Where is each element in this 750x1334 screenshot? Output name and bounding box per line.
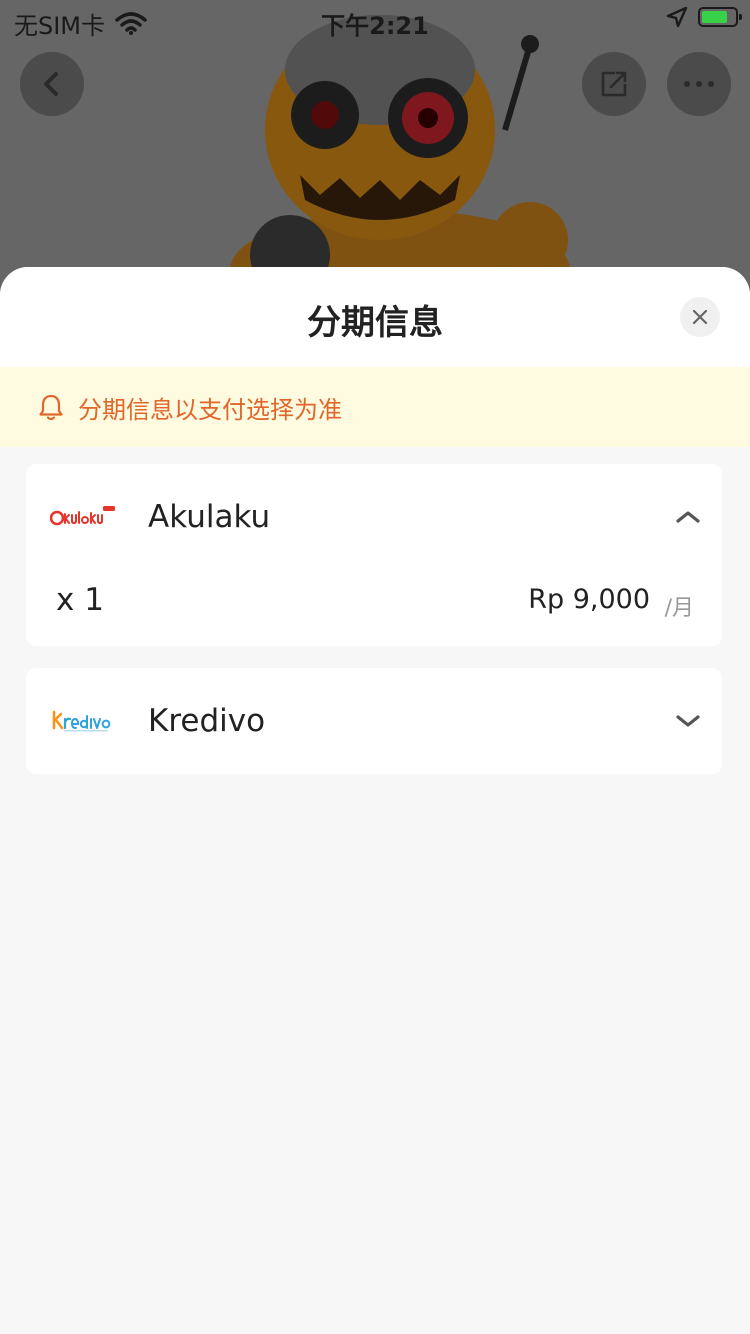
overlay-dim	[0, 0, 750, 300]
installment-sheet: 分期信息 分期信息以支付选择为准 Akulaku x 1 Rp 9,000 /月…	[0, 267, 750, 1334]
chevron-up-icon	[676, 511, 700, 523]
sheet-title: 分期信息	[307, 303, 443, 343]
provider-header-kredivo[interactable]: Kredivo	[26, 668, 722, 774]
chevron-down-icon	[676, 715, 700, 727]
notice-banner: 分期信息以支付选择为准	[0, 367, 750, 447]
installment-plan-row[interactable]: x 1 Rp 9,000 /月	[26, 580, 722, 630]
chevron-left-icon	[44, 72, 58, 96]
provider-name-kredivo: Kredivo	[148, 703, 266, 739]
back-button[interactable]	[20, 52, 84, 116]
notice-text: 分期信息以支付选择为准	[78, 395, 342, 424]
plan-amount: Rp 9,000	[528, 584, 650, 615]
bell-icon	[39, 394, 63, 421]
plan-unit: /月	[664, 596, 694, 621]
share-icon	[601, 71, 627, 97]
product-page-background: 无SIM卡 下午2:21	[0, 0, 750, 300]
more-dots-icon	[684, 81, 714, 87]
close-button[interactable]	[680, 297, 720, 337]
plan-term: x 1	[56, 582, 104, 618]
akulaku-logo-icon	[50, 506, 115, 526]
status-right	[666, 6, 742, 28]
provider-header-akulaku[interactable]: Akulaku	[26, 464, 722, 570]
status-bar: 无SIM卡 下午2:21	[0, 0, 750, 40]
sheet-header: 分期信息	[0, 267, 750, 367]
battery-icon	[698, 7, 742, 27]
provider-card-akulaku: Akulaku x 1 Rp 9,000 /月	[26, 464, 722, 646]
provider-name-akulaku: Akulaku	[148, 499, 271, 535]
status-time: 下午2:21	[321, 12, 429, 40]
provider-card-kredivo: Kredivo	[26, 668, 722, 774]
share-button[interactable]	[582, 52, 646, 116]
close-icon	[692, 309, 708, 325]
location-arrow-icon	[666, 6, 688, 28]
kredivo-logo-icon	[52, 710, 111, 732]
more-button[interactable]	[667, 52, 731, 116]
